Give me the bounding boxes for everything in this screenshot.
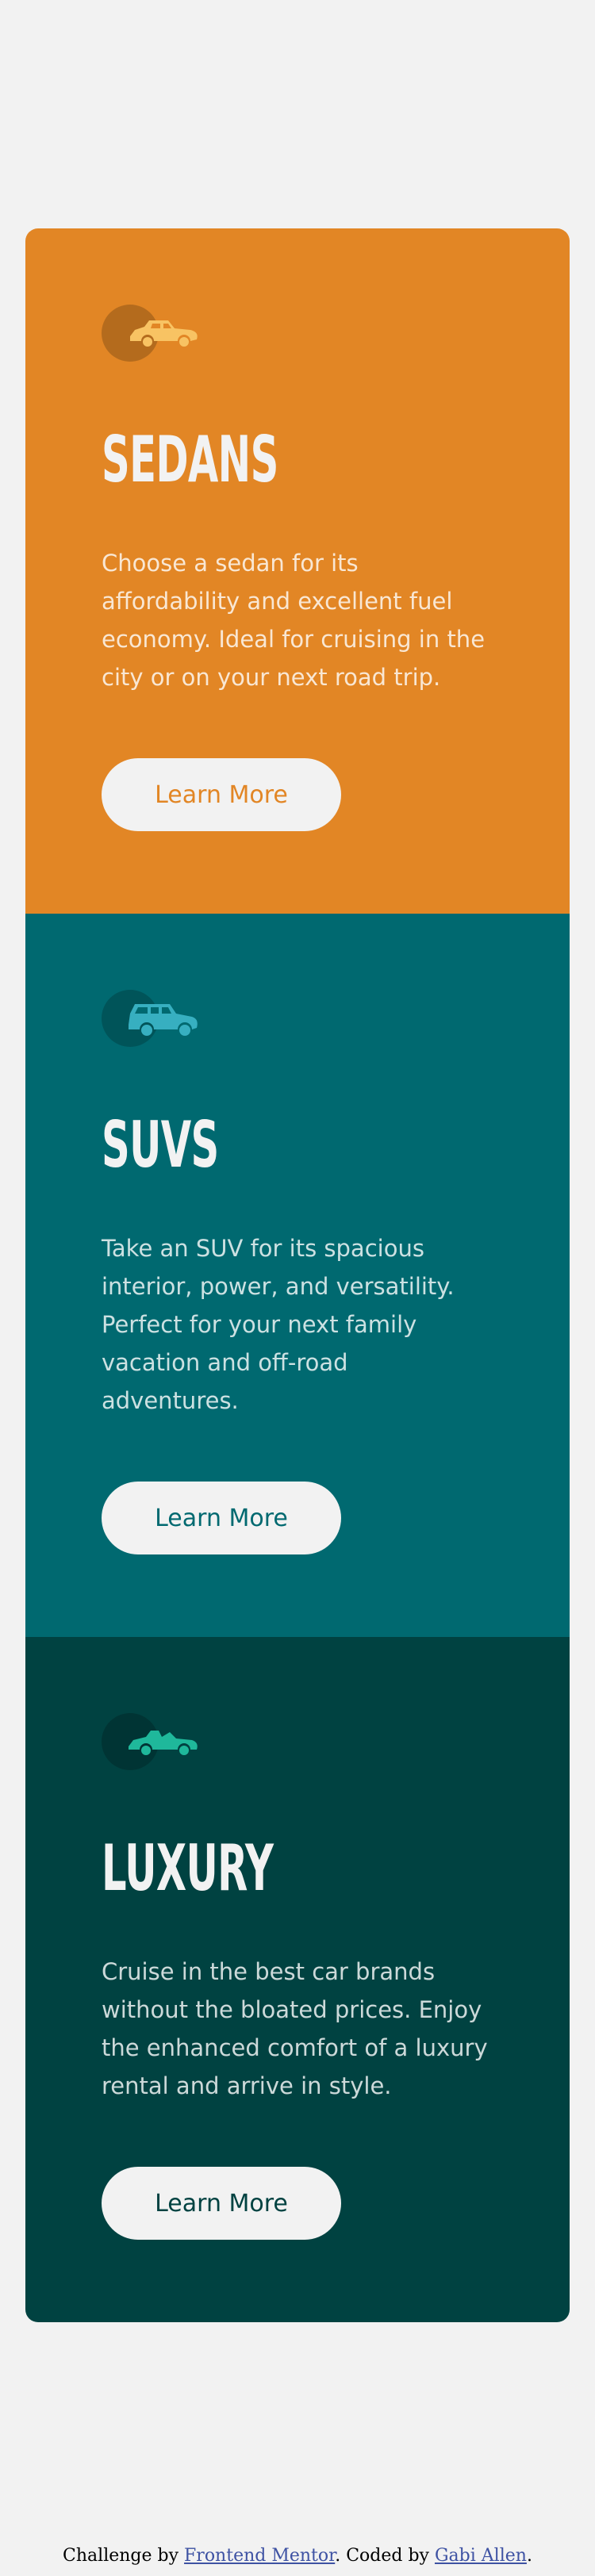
card-sedans: SEDANS Choose a sedan for its affordabil… <box>25 228 570 914</box>
card-title: SUVS <box>102 1108 219 1182</box>
attribution-middle: . Coded by <box>335 2546 435 2566</box>
card-luxury: LUXURY Cruise in the best car brands wit… <box>25 1637 570 2322</box>
card-description: Cruise in the best car brands without th… <box>102 1958 488 2099</box>
card-description: Choose a sedan for its affordability and… <box>102 550 486 691</box>
card-title: LUXURY <box>102 1831 274 1905</box>
author-link[interactable]: Gabi Allen <box>435 2546 527 2566</box>
card-description: Take an SUV for its spacious interior, p… <box>102 1235 455 1414</box>
card-title: SEDANS <box>102 423 278 496</box>
luxury-car-icon <box>102 1713 200 1770</box>
learn-more-button[interactable]: Learn More <box>102 758 341 831</box>
attribution: Challenge by Frontend Mentor. Coded by G… <box>0 2546 595 2566</box>
suv-car-icon <box>102 990 200 1047</box>
learn-more-button[interactable]: Learn More <box>102 2167 341 2240</box>
attribution-prefix: Challenge by <box>63 2546 185 2566</box>
learn-more-button[interactable]: Learn More <box>102 1482 341 1554</box>
card-suvs: SUVS Take an SUV for its spacious interi… <box>25 914 570 1637</box>
frontend-mentor-link[interactable]: Frontend Mentor <box>184 2546 335 2566</box>
card-grid: SEDANS Choose a sedan for its affordabil… <box>25 228 570 2322</box>
sedan-car-icon <box>102 305 200 362</box>
attribution-suffix: . <box>526 2546 532 2566</box>
